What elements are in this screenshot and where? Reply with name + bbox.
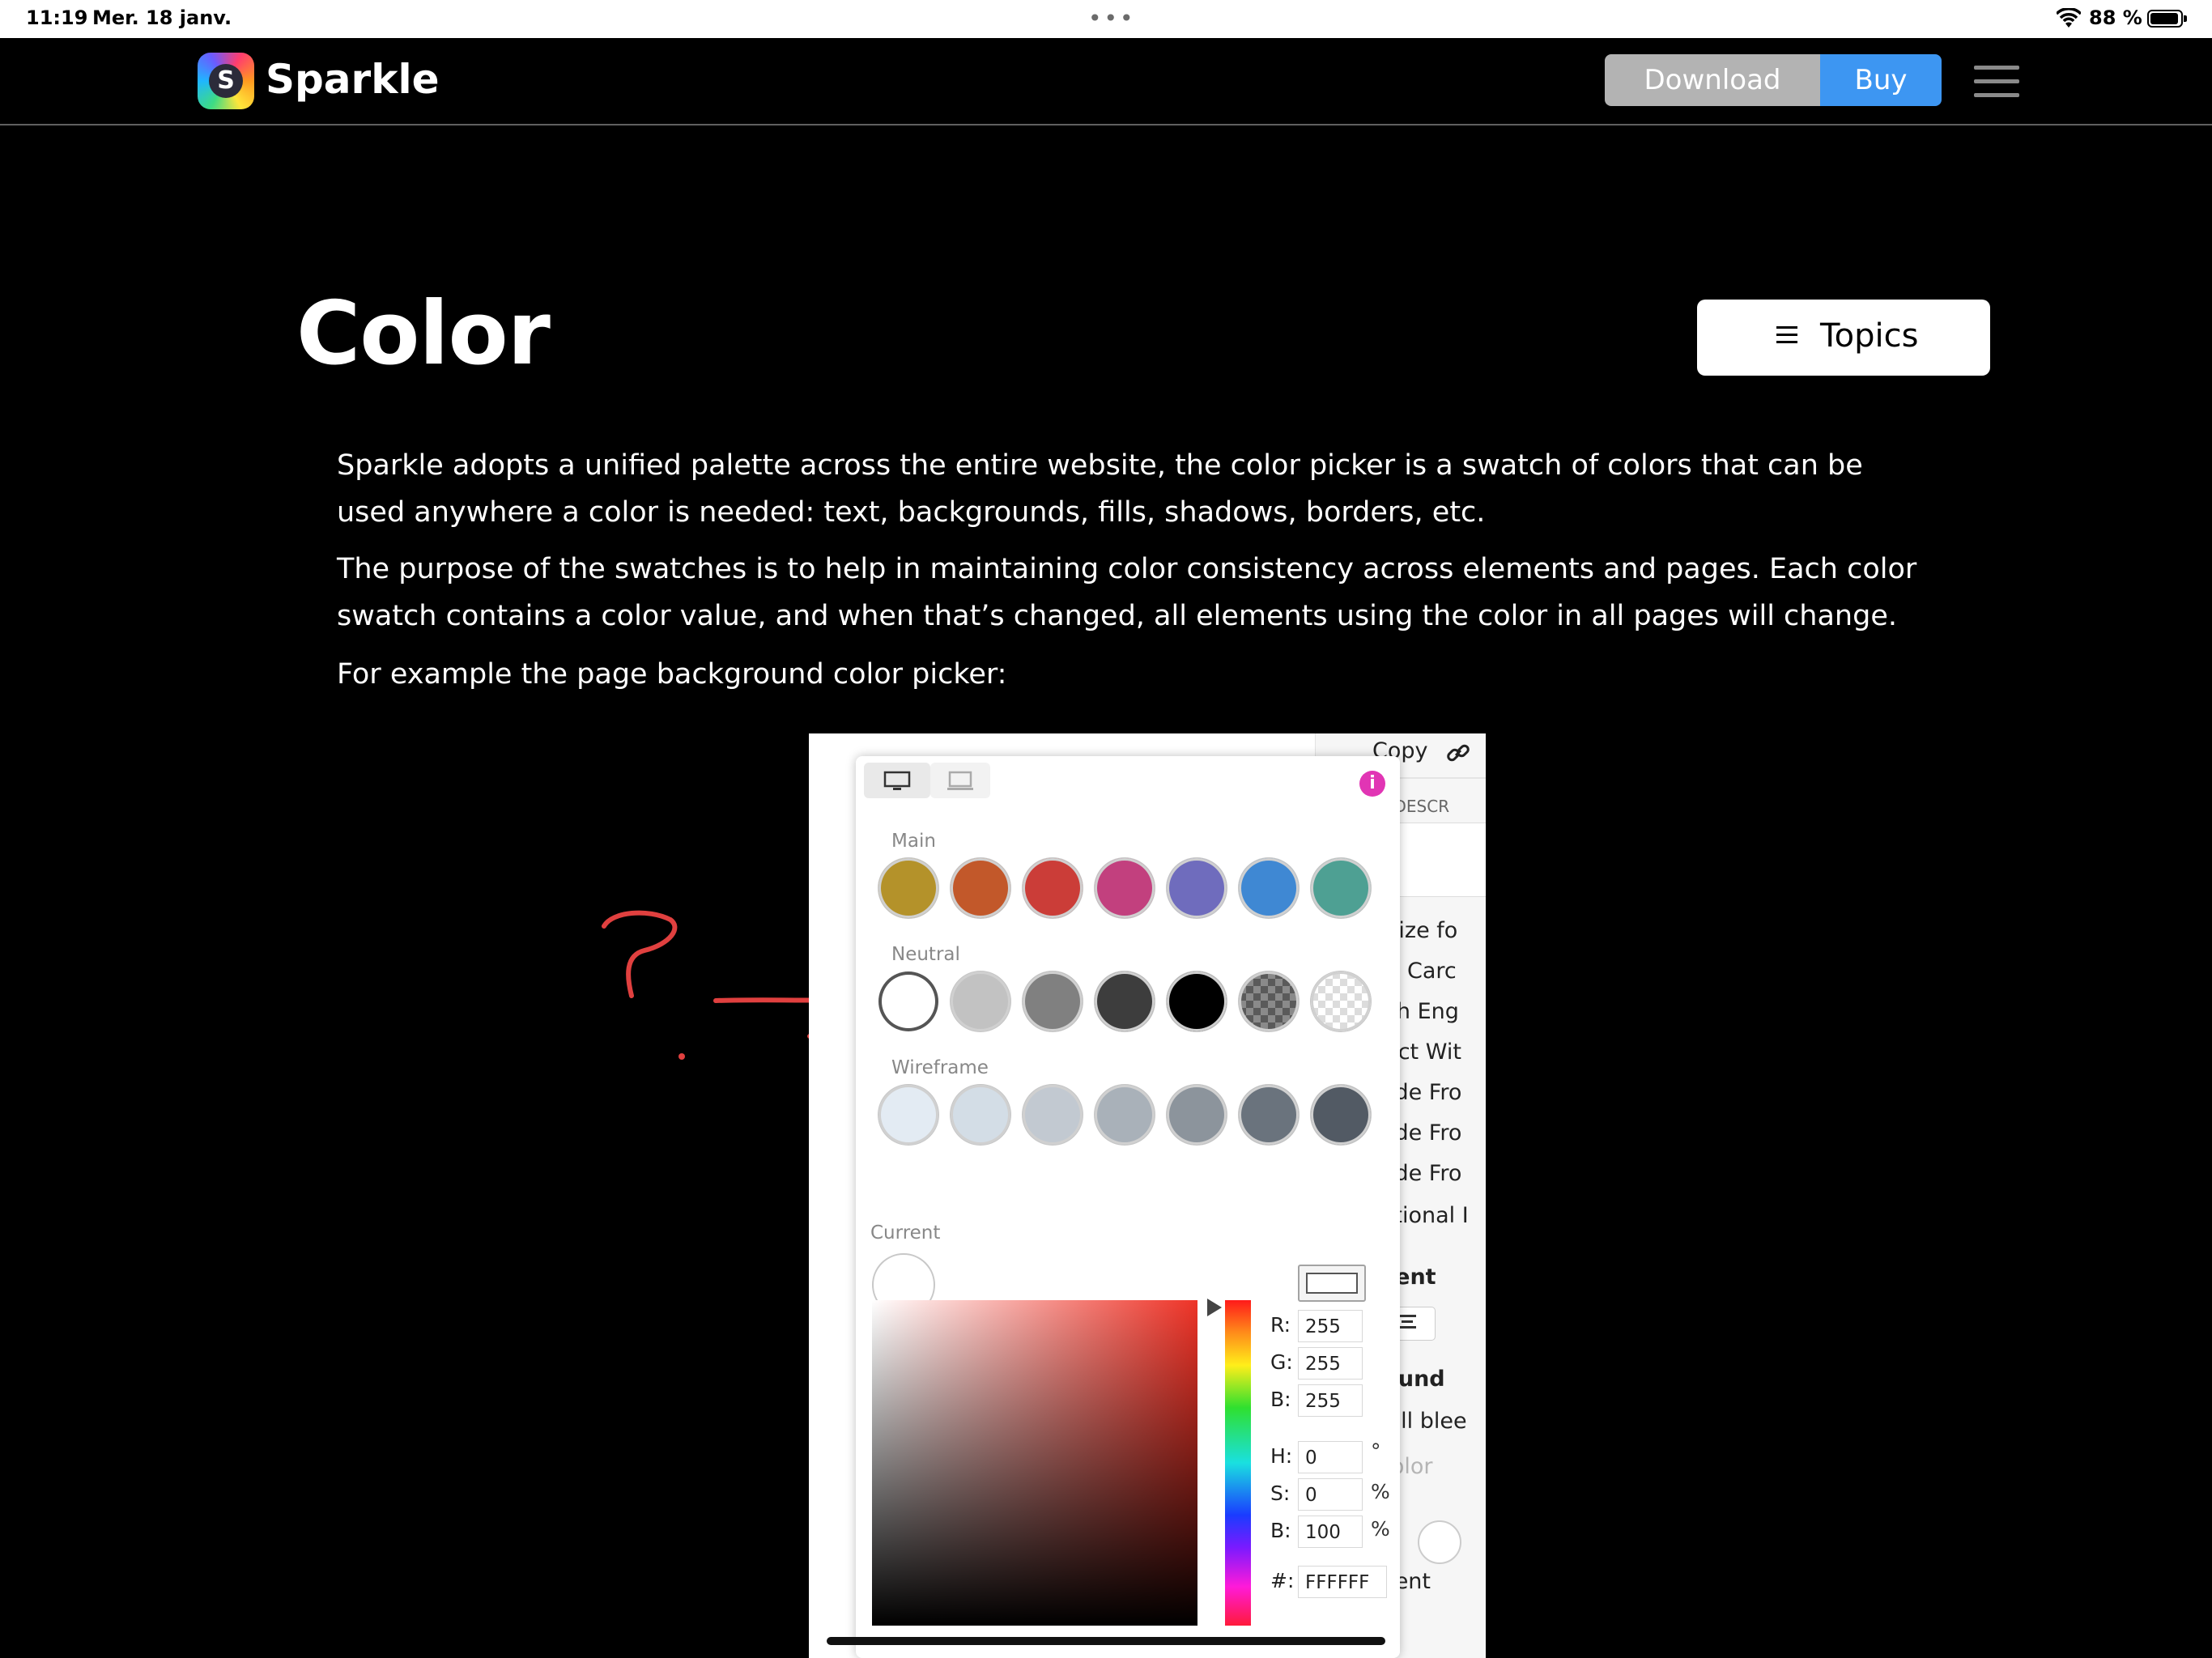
main-section-label: Main [891, 831, 936, 852]
color-swatch[interactable] [1239, 971, 1299, 1031]
color-swatch[interactable] [951, 1085, 1010, 1145]
color-swatch[interactable] [1095, 858, 1155, 918]
wifi-icon [2057, 8, 2081, 28]
laptop-icon [947, 771, 973, 790]
page-title: Color [296, 283, 551, 385]
color-swatch[interactable] [1023, 971, 1083, 1031]
hex-label: #: [1270, 1569, 1295, 1592]
color-swatch[interactable] [1095, 971, 1155, 1031]
color-swatch[interactable] [1311, 858, 1371, 918]
red-field[interactable]: 255 [1298, 1310, 1363, 1342]
info-icon[interactable]: i [1359, 771, 1385, 797]
color-swatch[interactable] [1167, 971, 1227, 1031]
swatches-paragraph: The purpose of the swatches is to help i… [337, 553, 1917, 632]
status-bar: 11:19 Mer. 18 janv. ••• 88 % [0, 0, 2212, 38]
color-swatch[interactable] [1311, 1085, 1371, 1145]
color-swatch[interactable] [1167, 1085, 1227, 1145]
example-paragraph: For example the page background color pi… [337, 658, 1007, 691]
wireframe-section-label: Wireframe [891, 1057, 989, 1078]
link-icon[interactable] [1445, 740, 1471, 766]
desktop-tab[interactable] [864, 763, 930, 798]
multitasking-dots-icon[interactable]: ••• [1088, 5, 1136, 32]
current-section-label: Current [870, 1222, 941, 1244]
red-label: R: [1270, 1313, 1291, 1337]
logo-text[interactable]: Sparkle [266, 56, 440, 103]
saturation-field[interactable]: 0 [1298, 1478, 1363, 1511]
green-field[interactable]: 255 [1298, 1347, 1363, 1380]
battery-icon [2147, 10, 2187, 28]
percent-unit: % [1371, 1480, 1390, 1503]
color-swatch[interactable] [951, 858, 1010, 918]
color-swatch[interactable] [878, 971, 938, 1031]
battery-percent: 88 % [2089, 6, 2142, 29]
desktop-icon [883, 771, 911, 790]
hue-slider-handle-icon[interactable] [1206, 1297, 1223, 1318]
brightness-field[interactable]: 100 [1298, 1516, 1363, 1548]
blue-label: B: [1270, 1388, 1291, 1411]
blue-field[interactable]: 255 [1298, 1384, 1363, 1417]
brightness-label: B: [1270, 1519, 1291, 1542]
color-swatch[interactable] [1239, 1085, 1299, 1145]
logo-glyph: S [209, 64, 243, 98]
degree-unit: ° [1371, 1439, 1381, 1463]
color-preview-box[interactable] [1298, 1265, 1366, 1302]
color-swatch[interactable] [878, 858, 938, 918]
color-swatch[interactable] [951, 971, 1010, 1031]
scroll-indicator[interactable] [827, 1637, 1385, 1645]
hue-slider[interactable] [1225, 1300, 1251, 1626]
color-swatch[interactable] [1311, 971, 1371, 1031]
color-swatch[interactable] [1095, 1085, 1155, 1145]
sparkle-logo-icon[interactable]: S [198, 53, 254, 109]
percent-unit: % [1371, 1517, 1390, 1541]
hue-label: H: [1270, 1444, 1293, 1468]
color-swatch[interactable] [1023, 1085, 1083, 1145]
saturation-brightness-field[interactable] [872, 1300, 1197, 1626]
hue-field[interactable]: 0 [1298, 1441, 1363, 1473]
color-swatch[interactable] [1167, 858, 1227, 918]
neutral-section-label: Neutral [891, 944, 960, 965]
question-mark-annotation [602, 910, 685, 1060]
download-button[interactable]: Download [1605, 54, 1820, 106]
status-time: 11:19 [26, 6, 88, 29]
color-picker-screenshot: Copy GE DESCR timize fo cial Carc arch E… [809, 733, 1486, 1658]
green-label: G: [1270, 1350, 1293, 1374]
buy-button[interactable]: Buy [1820, 54, 1942, 106]
saturation-label: S: [1270, 1482, 1291, 1505]
status-date: Mer. 18 janv. [92, 6, 232, 29]
topics-button[interactable]: Topics [1697, 300, 1990, 376]
list-icon [1776, 326, 1797, 344]
color-swatch[interactable] [1023, 858, 1083, 918]
color-picker-popover: i Main Neutral Wireframe Current R: 255 … [856, 756, 1400, 1658]
color-well[interactable] [1418, 1520, 1461, 1564]
hex-field[interactable]: FFFFFF [1298, 1566, 1387, 1598]
mobile-tab[interactable] [930, 763, 990, 798]
topics-label: Topics [1820, 317, 1919, 355]
color-swatch[interactable] [878, 1085, 938, 1145]
intro-paragraph: Sparkle adopts a unified palette across … [337, 449, 1863, 529]
color-swatch[interactable] [1239, 858, 1299, 918]
hamburger-menu-icon[interactable] [1974, 66, 2019, 98]
site-header: S Sparkle Download Buy [0, 38, 2212, 125]
